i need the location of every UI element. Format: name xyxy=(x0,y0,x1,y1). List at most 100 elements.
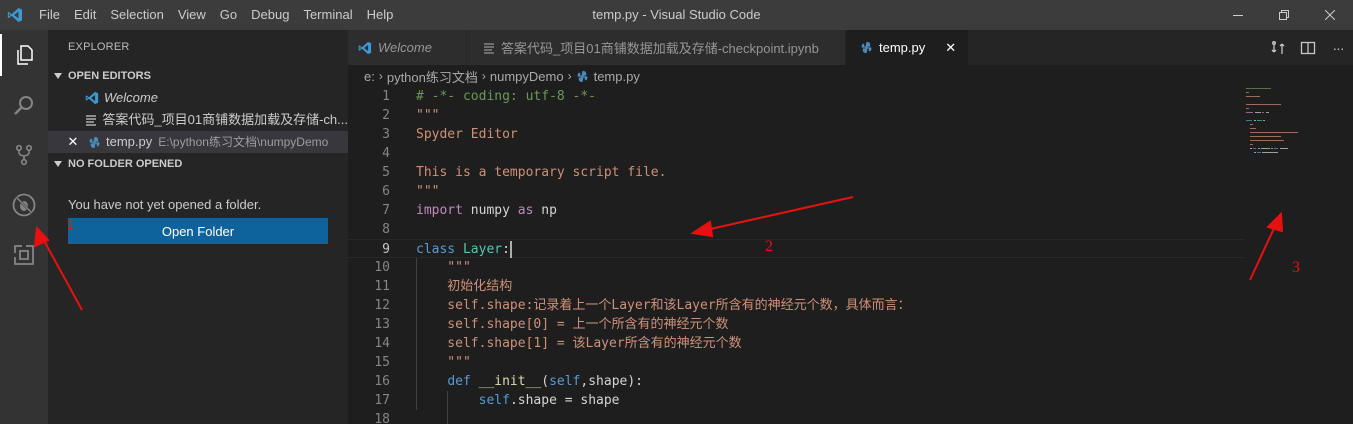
minimap[interactable] xyxy=(1243,87,1353,424)
open-editor-label: Welcome xyxy=(104,90,158,105)
open-editor-temp-py[interactable]: ✕ temp.py E:\python练习文档\numpyDemo xyxy=(48,131,348,153)
code-line[interactable]: 18 xyxy=(348,410,1245,424)
activity-debug[interactable] xyxy=(0,180,48,230)
split-editor-icon xyxy=(1300,41,1316,54)
extensions-icon xyxy=(13,244,34,265)
code-line[interactable]: 4 xyxy=(348,144,1245,163)
tab-label: Welcome xyxy=(378,40,432,55)
menu-go[interactable]: Go xyxy=(213,0,244,30)
code-text: import numpy as np xyxy=(416,201,557,220)
breadcrumb-folder[interactable]: python练习文档 xyxy=(387,67,478,86)
breadcrumb-subfolder[interactable]: numpyDemo xyxy=(490,69,564,84)
minimap-line xyxy=(1258,148,1261,149)
code-token: ,shape): xyxy=(580,374,644,389)
vscode-logo-icon xyxy=(0,0,30,30)
line-number: 17 xyxy=(374,393,390,408)
code-line[interactable]: 16 def __init__(self,shape): xyxy=(348,372,1245,391)
code-line[interactable]: 5 This is a temporary script file. xyxy=(348,163,1245,182)
code-line[interactable]: 1 # -*- coding: utf-8 -*- xyxy=(348,87,1245,106)
line-number: 18 xyxy=(374,412,390,424)
code-token: """ xyxy=(416,260,471,275)
code-text: self.shape[1] = 该Layer所含有的神经元个数 xyxy=(416,334,741,353)
menu-terminal[interactable]: Terminal xyxy=(296,0,359,30)
open-editor-close-button[interactable]: ✕ xyxy=(62,131,84,153)
code-line[interactable]: 13 self.shape[0] = 上一个所含有的神经元个数 xyxy=(348,315,1245,334)
vscode-icon xyxy=(358,41,372,55)
minimap-line xyxy=(1246,92,1250,93)
minimap-line xyxy=(1279,148,1289,149)
code-text: """ xyxy=(416,106,439,125)
menu-debug[interactable]: Debug xyxy=(244,0,296,30)
python-icon xyxy=(860,41,873,54)
activity-explorer[interactable] xyxy=(0,30,48,80)
code-token: Spyder Editor xyxy=(416,127,518,142)
code-editor[interactable]: 1 # -*- coding: utf-8 -*- 2 """ 3 Spyder Edit… xyxy=(348,87,1353,424)
code-token: class xyxy=(416,242,456,257)
menu-edit[interactable]: Edit xyxy=(67,0,103,30)
code-text: """ xyxy=(416,353,471,372)
compare-button[interactable] xyxy=(1263,30,1293,65)
code-text: class Layer: xyxy=(416,240,512,259)
open-editor-notebook[interactable]: 答案代码_项目01商铺数据加载及存储-ch... xyxy=(48,109,348,131)
debug-icon xyxy=(12,193,36,217)
more-actions-button[interactable]: ··· xyxy=(1323,30,1353,65)
code-line[interactable]: 14 self.shape[1] = 该Layer所含有的神经元个数 xyxy=(348,334,1245,353)
indent-guide xyxy=(447,391,448,424)
code-line[interactable]: 3 Spyder Editor xyxy=(348,125,1245,144)
activity-search[interactable] xyxy=(0,80,48,130)
code-line[interactable]: 12 self.shape:记录着上一个Layer和该Layer所含有的神经元个… xyxy=(348,296,1245,315)
breadcrumb-file[interactable]: temp.py xyxy=(576,69,640,84)
code-line[interactable]: 11 初始化结构 xyxy=(348,277,1245,296)
menu-bar: File Edit Selection View Go Debug Termin… xyxy=(32,0,400,30)
code-text: 初始化结构 xyxy=(416,277,512,296)
activity-source-control[interactable] xyxy=(0,130,48,180)
code-line[interactable]: 15 """ xyxy=(348,353,1245,372)
code-line[interactable]: 6 """ xyxy=(348,182,1245,201)
close-window-button[interactable] xyxy=(1307,0,1353,30)
code-line[interactable]: 9 class Layer: xyxy=(348,239,1245,258)
line-number: 8 xyxy=(382,222,390,237)
open-editor-welcome[interactable]: Welcome xyxy=(48,87,348,109)
tab-welcome[interactable]: Welcome xyxy=(348,30,467,65)
line-number: 9 xyxy=(382,242,390,257)
menu-view[interactable]: View xyxy=(171,0,213,30)
breadcrumb: e: › python练习文档 › numpyDemo › temp.py xyxy=(348,65,1353,87)
indent-guide xyxy=(416,258,417,410)
breadcrumb-drive[interactable]: e: xyxy=(364,69,375,84)
menu-selection[interactable]: Selection xyxy=(103,0,170,30)
split-editor-button[interactable] xyxy=(1293,30,1323,65)
menu-file[interactable]: File xyxy=(32,0,67,30)
no-folder-section-header[interactable]: NO FOLDER OPENED xyxy=(48,153,348,175)
code-text: def __init__(self,shape): xyxy=(416,372,643,391)
source-control-icon xyxy=(15,144,33,166)
open-editor-label: temp.py xyxy=(106,134,153,149)
restore-button[interactable] xyxy=(1261,0,1307,30)
code-token: self xyxy=(478,393,510,408)
open-editors-section-header[interactable]: OPEN EDITORS xyxy=(48,65,348,87)
code-token: Layer xyxy=(462,242,503,257)
code-text: This is a temporary script file. xyxy=(416,163,666,182)
minimize-button[interactable] xyxy=(1215,0,1261,30)
code-line[interactable]: 17 self.shape = shape xyxy=(348,391,1245,410)
activity-extensions[interactable] xyxy=(0,230,48,280)
tab-close-button[interactable]: ✕ xyxy=(945,40,956,56)
code-token: 初始化结构 xyxy=(416,279,513,294)
text-cursor xyxy=(509,241,512,258)
minimap-line xyxy=(1253,148,1257,149)
code-line[interactable]: 7 import numpy as np xyxy=(348,201,1245,220)
code-line[interactable]: 10 """ xyxy=(348,258,1245,277)
python-icon xyxy=(577,70,588,82)
open-folder-button[interactable]: Open Folder xyxy=(68,218,328,244)
tab-notebook[interactable]: 答案代码_项目01商铺数据加载及存储-checkpoint.ipynb xyxy=(467,30,846,65)
code-line[interactable]: 2 """ xyxy=(348,106,1245,125)
code-line[interactable]: 8 xyxy=(348,220,1245,239)
code-token: """ xyxy=(416,355,471,370)
menu-help[interactable]: Help xyxy=(360,0,401,30)
vertical-scrollbar[interactable] xyxy=(1342,87,1353,424)
notebook-icon xyxy=(483,42,495,54)
chevron-down-icon xyxy=(54,161,62,167)
tab-temp-py[interactable]: temp.py ✕ xyxy=(846,30,969,65)
minimap-line xyxy=(1250,148,1252,149)
